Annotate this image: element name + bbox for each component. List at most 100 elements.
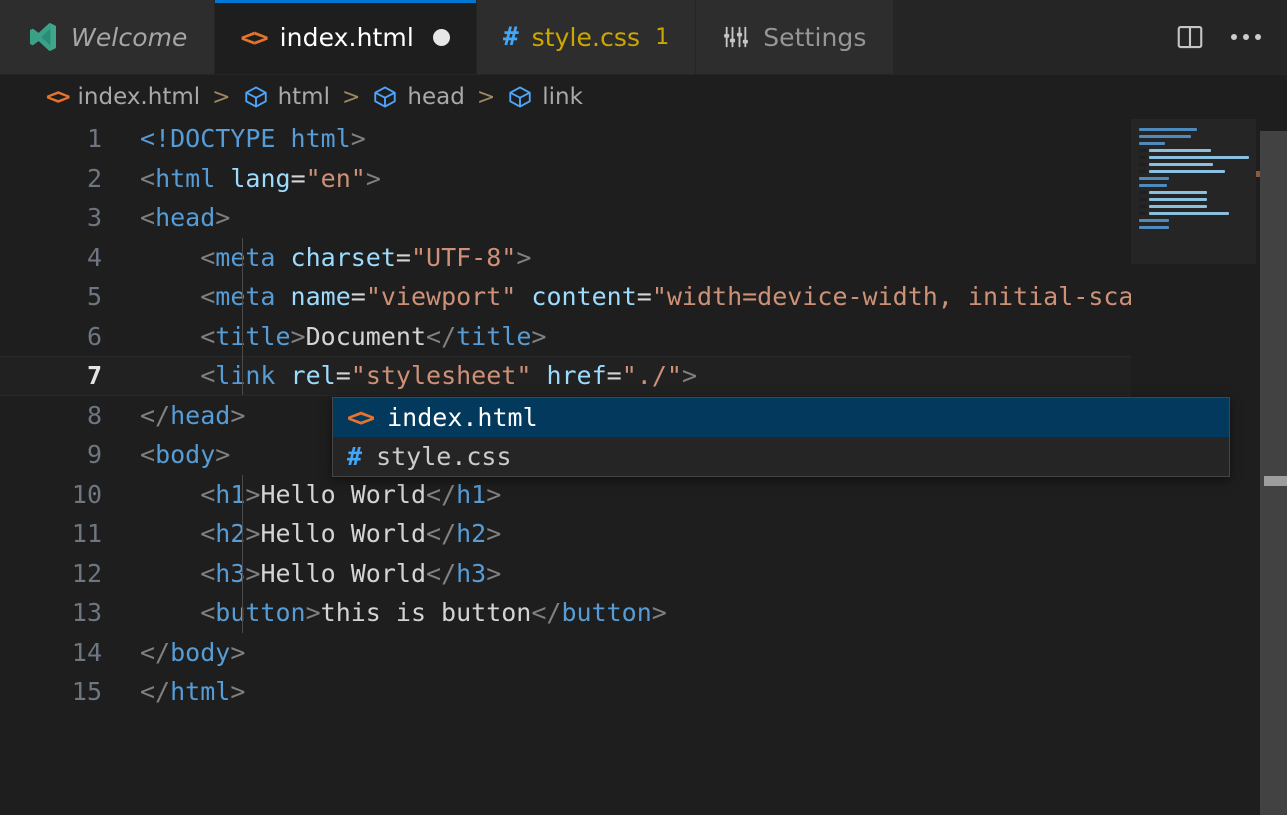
code-token: body (170, 637, 231, 667)
breadcrumb-item-html[interactable]: html (241, 84, 332, 110)
code-line[interactable]: 1 <!DOCTYPE html> (0, 119, 1287, 159)
code-token: = (636, 282, 652, 311)
minimap-segment (1139, 191, 1147, 194)
tab-index-html[interactable]: <> index.html (214, 0, 477, 74)
code-token: body (155, 440, 216, 469)
line-content: <h1>Hello World</h1> (102, 474, 1287, 514)
code-line[interactable]: 15 </html> (0, 672, 1287, 712)
code-token: button (561, 598, 652, 627)
tab-dirty-indicator[interactable] (432, 28, 450, 46)
indent-guide (242, 277, 243, 317)
code-token: Hello World (260, 558, 427, 588)
code-line[interactable]: 3 <head> (0, 198, 1287, 238)
breadcrumb-item-link[interactable]: link (505, 84, 585, 110)
code-line[interactable]: 4 <meta charset="UTF-8"> (0, 237, 1287, 277)
code-token: </ (140, 400, 171, 430)
tab-label: style.css (531, 22, 641, 52)
code-line[interactable]: 6 <title>Document</title> (0, 316, 1287, 356)
code-token: </ (140, 637, 171, 667)
code-token: > (245, 558, 261, 588)
minimap-segment (1139, 170, 1147, 173)
code-line[interactable]: 10 <h1>Hello World</h1> (0, 474, 1287, 514)
line-content: <button>this is button</button> (102, 593, 1287, 633)
breadcrumb-item-index-html[interactable]: <> index.html (44, 84, 202, 110)
code-token: = (350, 282, 366, 311)
line-number: 4 (86, 242, 102, 272)
html-file-icon: <> (240, 22, 269, 52)
html-file-icon: <> (46, 84, 70, 110)
tab-welcome[interactable]: Welcome (0, 0, 215, 74)
minimap-segment (1139, 163, 1147, 166)
breadcrumb-item-head[interactable]: head (370, 84, 466, 110)
minimap-segment (1149, 212, 1229, 215)
code-line[interactable]: 14 </body> (0, 633, 1287, 673)
code-line[interactable]: 7 <link rel="stylesheet" href="./"> (0, 356, 1287, 396)
code-token: "stylesheet" (350, 361, 532, 390)
line-number: 7 (86, 361, 102, 390)
code-token: > (516, 242, 532, 272)
suggest-item-style-css[interactable]: # style.css (333, 437, 1229, 476)
code-token: > (245, 519, 261, 548)
code-token: title (215, 321, 291, 351)
code-line[interactable]: 2 <html lang="en"> (0, 159, 1287, 199)
split-editor-icon[interactable] (1173, 20, 1207, 54)
line-content: </html> (102, 672, 1287, 712)
line-content: <title>Document</title> (102, 316, 1287, 356)
symbol-cube-icon (507, 84, 533, 110)
tab-style-css[interactable]: # style.css 1 (476, 0, 697, 74)
code-token: head (170, 400, 231, 430)
code-token: > (230, 677, 246, 706)
scrollbar-thumb[interactable] (1264, 476, 1287, 486)
code-token: title (456, 321, 532, 351)
code-token: html (155, 163, 216, 193)
html-file-icon: <> (347, 403, 375, 432)
minimap-segment (1139, 142, 1165, 145)
indent-guide (242, 237, 243, 277)
code-token: charset (290, 242, 396, 272)
line-number: 9 (86, 440, 102, 469)
code-token: href (546, 361, 607, 390)
code-line[interactable]: 12 <h3>Hello World</h3> (0, 553, 1287, 593)
code-token: button (215, 598, 306, 627)
code-token: </ (426, 558, 457, 588)
line-content: <!DOCTYPE html> (102, 119, 1287, 159)
code-line[interactable]: 5 <meta name="viewport" content="width=d… (0, 277, 1287, 317)
suggest-item-index-html[interactable]: <> index.html (333, 398, 1229, 437)
breadcrumb-label: link (542, 84, 583, 110)
line-number: 1 (86, 124, 102, 153)
tab-settings[interactable]: Settings (696, 0, 894, 74)
code-line[interactable]: 13 <button>this is button</button> (0, 593, 1287, 633)
indent-guide (242, 514, 243, 554)
code-line[interactable]: 11 <h2>Hello World</h2> (0, 514, 1287, 554)
code-token: > (245, 479, 261, 509)
tab-label: Welcome (71, 22, 188, 52)
code-token: "viewport" (365, 282, 517, 311)
breadcrumb-label: head (407, 84, 465, 110)
minimap-segment (1149, 149, 1211, 152)
code-token: = (335, 361, 351, 390)
tab-label: index.html (279, 22, 414, 52)
tab-problem-badge: 1 (655, 24, 670, 50)
line-content: <meta charset="UTF-8"> (102, 237, 1287, 277)
ellipsis-dots (1231, 34, 1261, 40)
editor-actions (1155, 0, 1287, 74)
code-token: meta (215, 282, 276, 311)
code-token: > (651, 598, 667, 627)
more-actions-icon[interactable] (1229, 20, 1263, 54)
line-number: 3 (86, 203, 102, 232)
breadcrumb-separator: > (476, 84, 496, 110)
minimap-segment (1149, 191, 1207, 194)
line-number: 12 (71, 558, 102, 588)
scrollbar-track[interactable] (1260, 131, 1287, 815)
line-number: 10 (71, 479, 102, 509)
breadcrumb-label: html (277, 84, 330, 110)
editor-vertical-scrollbar[interactable] (1256, 119, 1287, 815)
code-token: < (140, 163, 156, 193)
code-editor[interactable]: 1 <!DOCTYPE html> 2 <html lang="en"> 3 <head>… (0, 119, 1287, 815)
settings-sliders-icon (722, 23, 750, 51)
indent-guide (242, 593, 243, 633)
suggest-widget[interactable]: <> index.html # style.css (332, 397, 1230, 477)
code-token: = (395, 242, 411, 272)
